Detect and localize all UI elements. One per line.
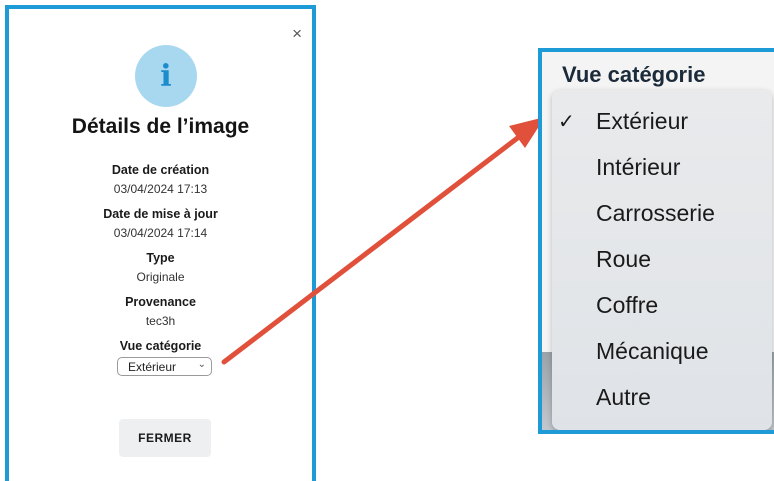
category-dropdown-menu: ✓ Extérieur Intérieur Carrosserie Roue C… [552, 90, 772, 430]
option-label: Carrosserie [596, 199, 715, 226]
type-label: Type [146, 251, 175, 265]
info-icon: i [135, 45, 197, 107]
update-date-value: 03/04/2024 17:14 [113, 226, 208, 240]
creation-date-value: 03/04/2024 17:13 [113, 182, 208, 196]
check-icon: ✓ [558, 110, 575, 133]
zoom-heading: Vue catégorie [562, 62, 706, 87]
option-exterieur[interactable]: ✓ Extérieur [552, 98, 772, 144]
type-value: Originale [136, 270, 185, 284]
creation-date-label: Date de création [111, 163, 210, 177]
option-label: Mécanique [596, 337, 709, 364]
option-label: Intérieur [596, 153, 681, 180]
option-autre[interactable]: Autre [552, 374, 772, 420]
option-label: Roue [596, 245, 651, 272]
option-coffre[interactable]: Coffre [552, 282, 772, 328]
close-icon[interactable]: × [292, 25, 302, 42]
option-roue[interactable]: Roue [552, 236, 772, 282]
info-glyph: i [160, 58, 172, 94]
provenance-label: Provenance [125, 295, 196, 309]
provenance-value: tec3h [145, 314, 176, 328]
category-select[interactable]: Extérieur ⌄ [117, 357, 212, 376]
modal-title: Détails de l’image [71, 115, 250, 138]
update-date-label: Date de mise à jour [103, 207, 218, 221]
close-button[interactable]: FERMER [119, 419, 211, 457]
category-dropdown-zoom: Vue catégorie ✓ Extérieur Intérieur Carr… [538, 48, 774, 434]
option-interieur[interactable]: Intérieur [552, 144, 772, 190]
category-label: Vue catégorie [119, 339, 202, 353]
category-select-value: Extérieur [128, 359, 177, 374]
option-mecanique[interactable]: Mécanique [552, 328, 772, 374]
option-label: Extérieur [596, 107, 689, 134]
option-label: Autre [596, 383, 651, 410]
option-carrosserie[interactable]: Carrosserie [552, 190, 772, 236]
image-details-modal: × i Détails de l’image Date de création … [5, 5, 316, 481]
option-label: Coffre [596, 291, 659, 318]
chevron-down-icon: ⌄ [197, 359, 206, 370]
